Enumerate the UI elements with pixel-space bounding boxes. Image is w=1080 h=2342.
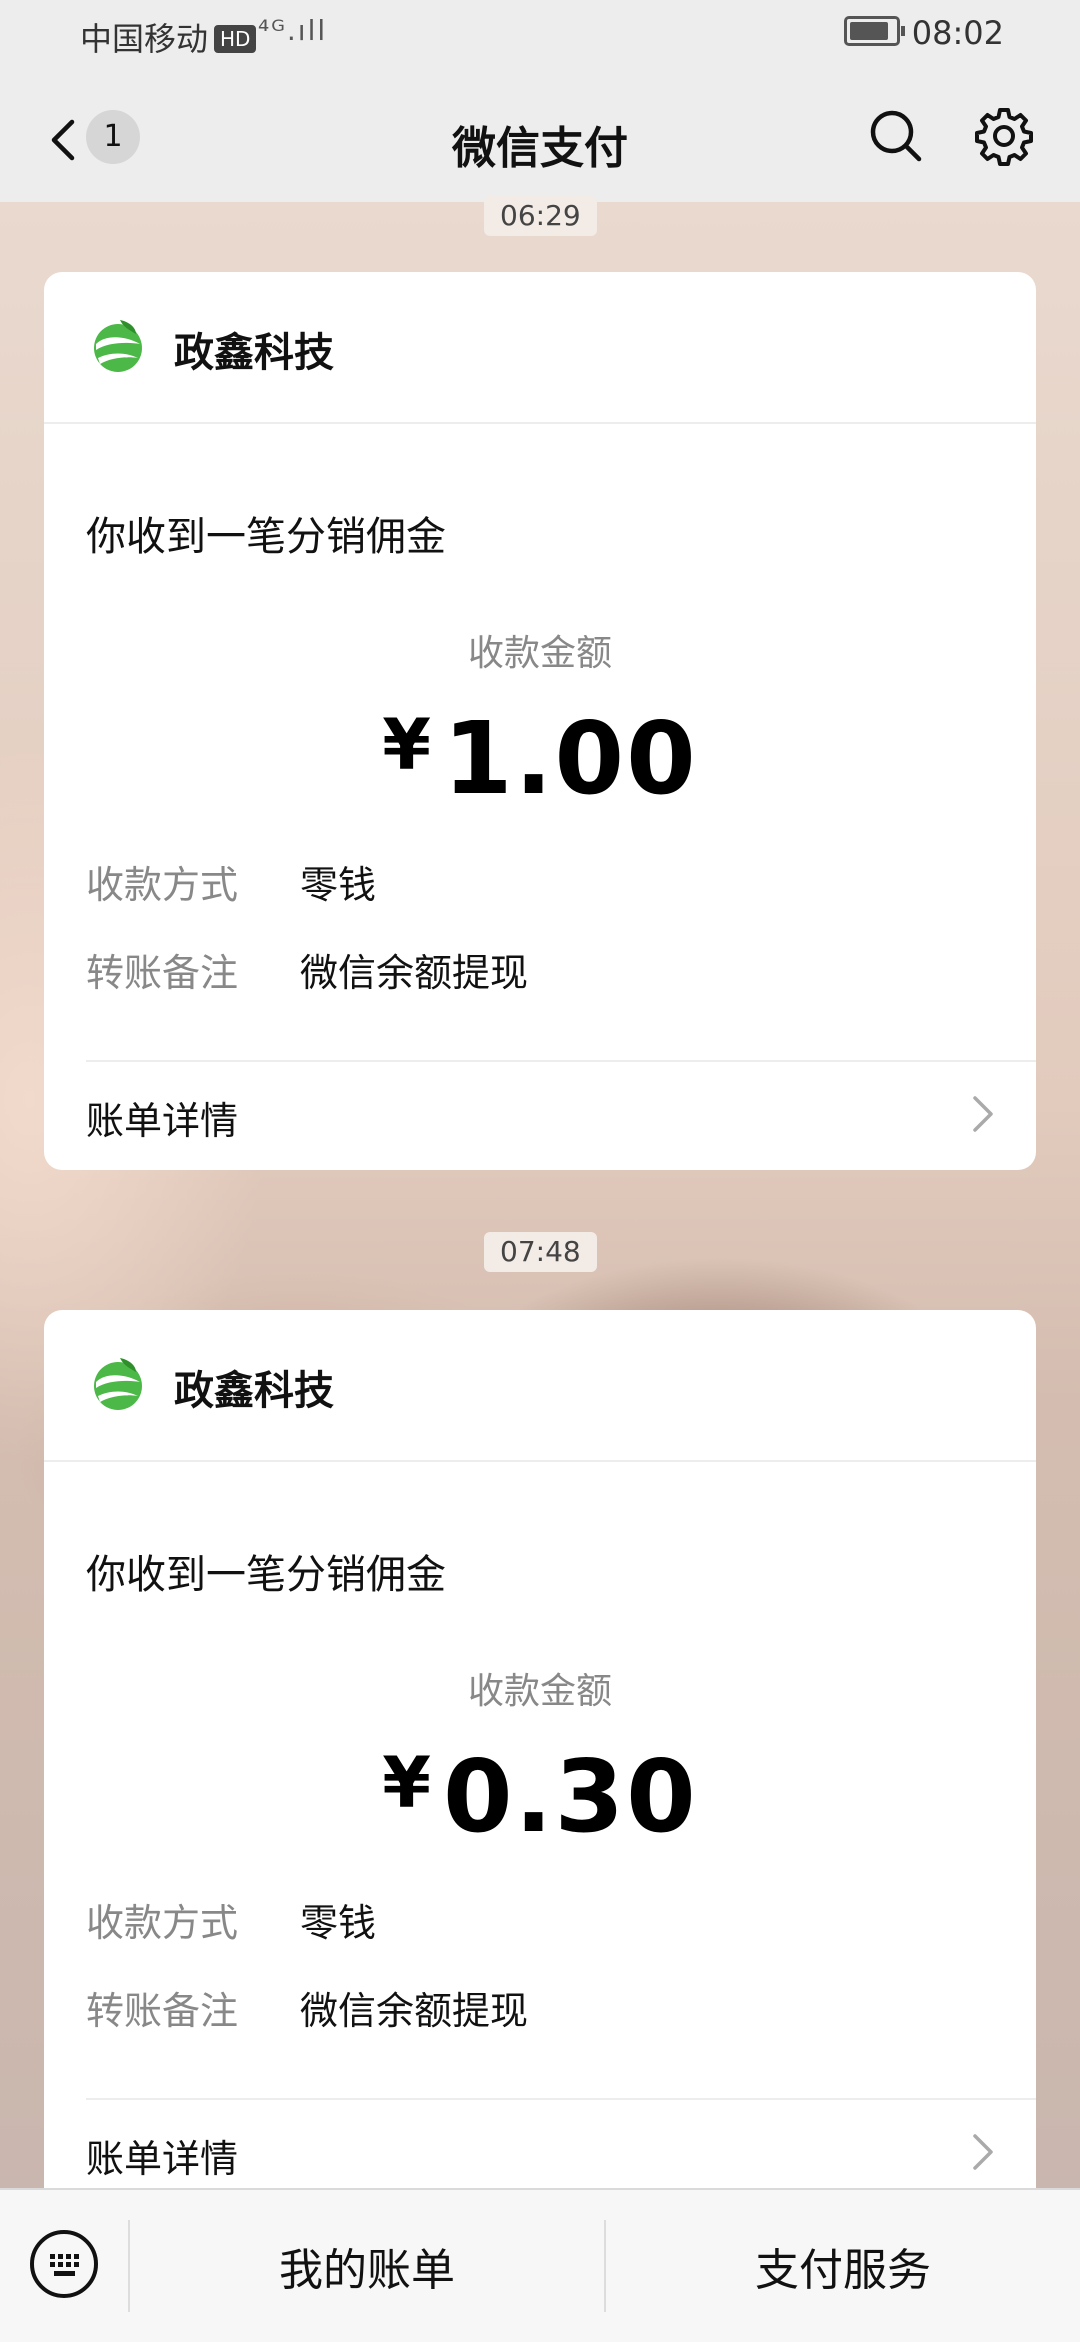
- keyboard-icon[interactable]: [28, 2228, 100, 2300]
- gear-icon[interactable]: [972, 104, 1036, 168]
- merchant-name: 政鑫科技: [174, 330, 334, 376]
- payment-notice-card[interactable]: 政鑫科技 你收到一笔分销佣金 收款金额 ¥0.30 收款方式 零钱 转账备注 微…: [44, 1310, 1036, 2210]
- status-right: 08:02: [843, 14, 1004, 52]
- merchant-name: 政鑫科技: [174, 1368, 334, 1414]
- notice-title: 你收到一笔分销佣金: [86, 1552, 446, 1598]
- status-bar: 中国移动 HD ⁴ᴳ.ıll 08:02: [0, 0, 1080, 74]
- method-value: 零钱: [300, 1901, 377, 1945]
- amount-value: ¥0.30: [44, 1738, 1036, 1855]
- chevron-right-icon: [973, 2134, 993, 2170]
- amount-number: 1.00: [442, 700, 698, 817]
- memo-value: 微信余额提现: [300, 1989, 529, 2033]
- divider: [86, 1060, 1036, 1062]
- chevron-right-icon: [973, 1096, 993, 1132]
- nav-bar: 1 微信支付: [0, 74, 1080, 202]
- carrier-label: 中国移动 HD: [80, 14, 257, 60]
- memo-label: 转账备注: [86, 951, 239, 995]
- method-value: 零钱: [300, 863, 377, 907]
- bill-detail-link[interactable]: 账单详情: [86, 1090, 238, 1145]
- card-header[interactable]: 政鑫科技: [44, 272, 1036, 424]
- search-icon[interactable]: [866, 106, 926, 166]
- amount-label: 收款金额: [467, 1671, 612, 1712]
- pay-services-button[interactable]: 支付服务: [606, 2234, 1080, 2298]
- method-label: 收款方式: [86, 1901, 239, 1945]
- method-label: 收款方式: [86, 863, 239, 907]
- message-timestamp: 07:48: [484, 1232, 597, 1272]
- battery-icon: [843, 16, 905, 46]
- currency-symbol: ¥: [382, 704, 433, 786]
- hd-badge: HD: [214, 25, 257, 53]
- amount-value: ¥1.00: [44, 700, 1036, 817]
- amount-label: 收款金额: [467, 633, 612, 674]
- message-timestamp: 06:29: [484, 196, 597, 236]
- merchant-logo-icon: [94, 1358, 142, 1410]
- clock: 08:02: [911, 14, 1004, 52]
- memo-value: 微信余额提现: [300, 951, 529, 995]
- payment-notice-card[interactable]: 政鑫科技 你收到一笔分销佣金 收款金额 ¥1.00 收款方式 零钱 转账备注 微…: [44, 272, 1036, 1170]
- amount-number: 0.30: [442, 1738, 698, 1855]
- memo-label: 转账备注: [86, 1989, 239, 2033]
- carrier-name: 中国移动: [80, 20, 209, 58]
- signal-icon: ⁴ᴳ.ıll: [258, 14, 328, 47]
- bottom-menu-bar: 我的账单 支付服务: [0, 2188, 1080, 2342]
- divider: [86, 2098, 1036, 2100]
- merchant-logo-icon: [94, 320, 142, 372]
- bill-detail-link[interactable]: 账单详情: [86, 2128, 238, 2183]
- my-bills-button[interactable]: 我的账单: [130, 2234, 604, 2298]
- currency-symbol: ¥: [382, 1742, 433, 1824]
- notice-title: 你收到一笔分销佣金: [86, 514, 446, 560]
- card-header[interactable]: 政鑫科技: [44, 1310, 1036, 1462]
